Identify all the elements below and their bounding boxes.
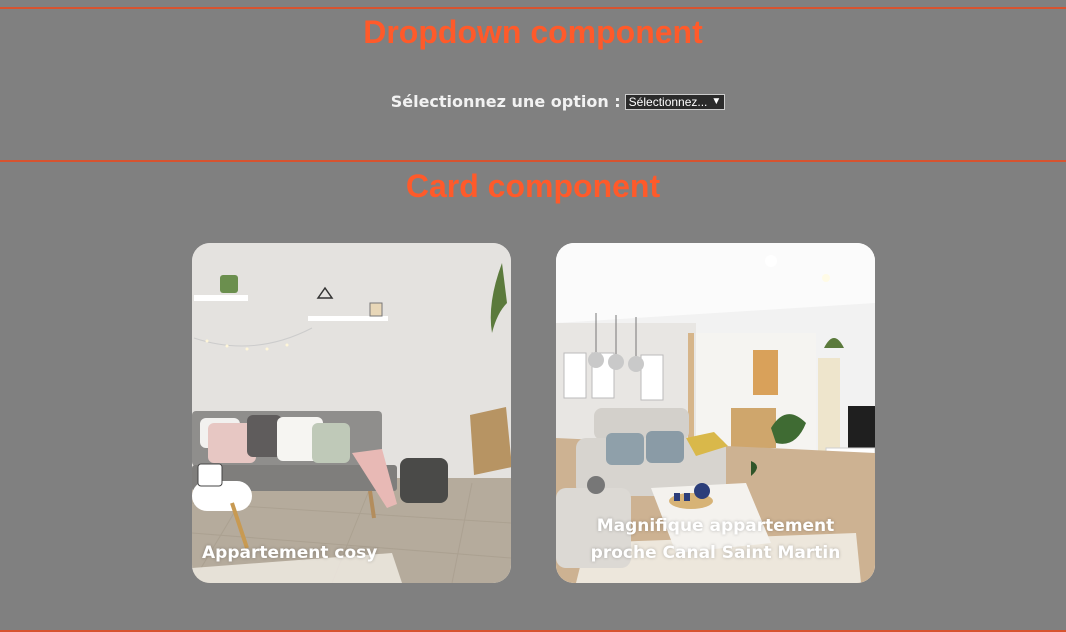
card-section-title: Card component	[405, 168, 661, 204]
card-image-living-room-sofa	[192, 243, 511, 583]
top-divider	[0, 7, 1066, 9]
dropdown-section-title: Dropdown component	[363, 14, 703, 50]
section-divider	[0, 160, 1066, 162]
card-title: Appartement cosy	[202, 543, 378, 563]
option-select[interactable]: Sélectionnez... ▼	[624, 93, 726, 110]
chevron-down-icon: ▼	[711, 95, 722, 107]
card-appartement-cosy[interactable]: Appartement cosy	[192, 243, 511, 583]
dropdown-row: Sélectionnez une option : Sélectionnez..…	[0, 92, 1066, 111]
dropdown-label: Sélectionnez une option :	[390, 92, 621, 111]
select-value: Sélectionnez...	[628, 94, 708, 109]
card-title: Magnifique appartement proche Canal Sain…	[590, 516, 841, 563]
card-canal-saint-martin[interactable]: Magnifique appartement proche Canal Sain…	[556, 243, 875, 583]
